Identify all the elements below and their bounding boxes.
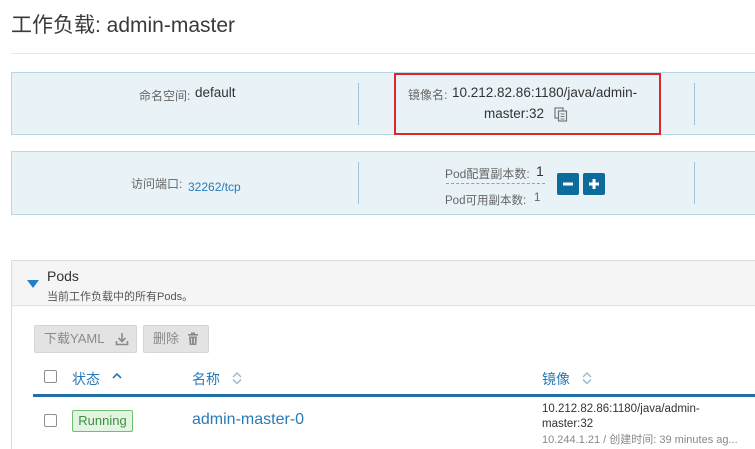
column-header-status[interactable]: 状态	[72, 369, 100, 389]
pod-image: 10.212.82.86:1180/java/admin-	[542, 403, 700, 415]
panel-divider	[358, 162, 359, 204]
plus-icon	[589, 179, 599, 189]
collapse-triangle-icon[interactable]	[27, 280, 39, 288]
increase-replicas-button[interactable]	[583, 173, 605, 195]
pod-image-cont: master:32	[542, 418, 594, 430]
table-header-divider	[33, 394, 755, 397]
image-label: 镜像名:	[408, 88, 448, 102]
sort-icon[interactable]	[581, 371, 593, 385]
download-yaml-button[interactable]: 下载YAML	[34, 325, 137, 353]
image-highlight-box	[394, 73, 661, 135]
sort-icon[interactable]	[231, 371, 243, 385]
title-divider	[11, 53, 755, 54]
delete-button[interactable]: 删除	[143, 325, 209, 353]
info-panel-port-replicas: 访问端口: 32262/tcp Pod配置副本数: 1 Pod可用副本数: 1	[11, 151, 755, 215]
replicas-dashed-divider	[446, 183, 545, 184]
available-replicas-value: 1	[534, 192, 541, 204]
panel-divider	[694, 83, 695, 125]
panel-divider	[358, 83, 359, 125]
delete-label: 删除	[153, 331, 180, 346]
image-value-cont: master:32	[484, 106, 545, 121]
column-header-name[interactable]: 名称	[192, 369, 220, 389]
status-badge: Running	[72, 410, 133, 432]
pods-section-header[interactable]: Pods 当前工作负载中的所有Pods。	[12, 261, 755, 306]
minus-icon	[563, 182, 573, 186]
row-checkbox[interactable]	[44, 414, 57, 427]
pod-meta: 10.244.1.21 / 创建时间: 39 minutes ag...	[542, 434, 738, 446]
select-all-checkbox[interactable]	[44, 370, 57, 383]
port-link[interactable]: 32262/tcp	[188, 180, 241, 194]
copy-icon[interactable]	[554, 107, 568, 122]
replicas-label: Pod配置副本数:	[445, 167, 530, 181]
pods-subtitle: 当前工作负载中的所有Pods。	[47, 291, 194, 303]
namespace-label: 命名空间:	[139, 89, 191, 103]
pods-title: Pods	[47, 268, 79, 284]
port-label: 访问端口:	[131, 177, 183, 191]
panel-divider	[694, 162, 695, 204]
download-icon	[115, 333, 129, 346]
pod-name-link[interactable]: admin-master-0	[192, 411, 304, 429]
page-title: 工作负载: admin-master	[11, 14, 236, 37]
available-replicas-label: Pod可用副本数:	[445, 195, 527, 207]
decrease-replicas-button[interactable]	[557, 173, 579, 195]
namespace-value: default	[195, 85, 236, 100]
replicas-value: 1	[536, 163, 544, 179]
trash-icon	[188, 332, 198, 345]
image-value: 10.212.82.86:1180/java/admin-	[452, 85, 638, 100]
column-header-image[interactable]: 镜像	[542, 369, 570, 389]
sort-icon[interactable]	[111, 371, 123, 385]
download-yaml-label: 下载YAML	[44, 331, 105, 346]
